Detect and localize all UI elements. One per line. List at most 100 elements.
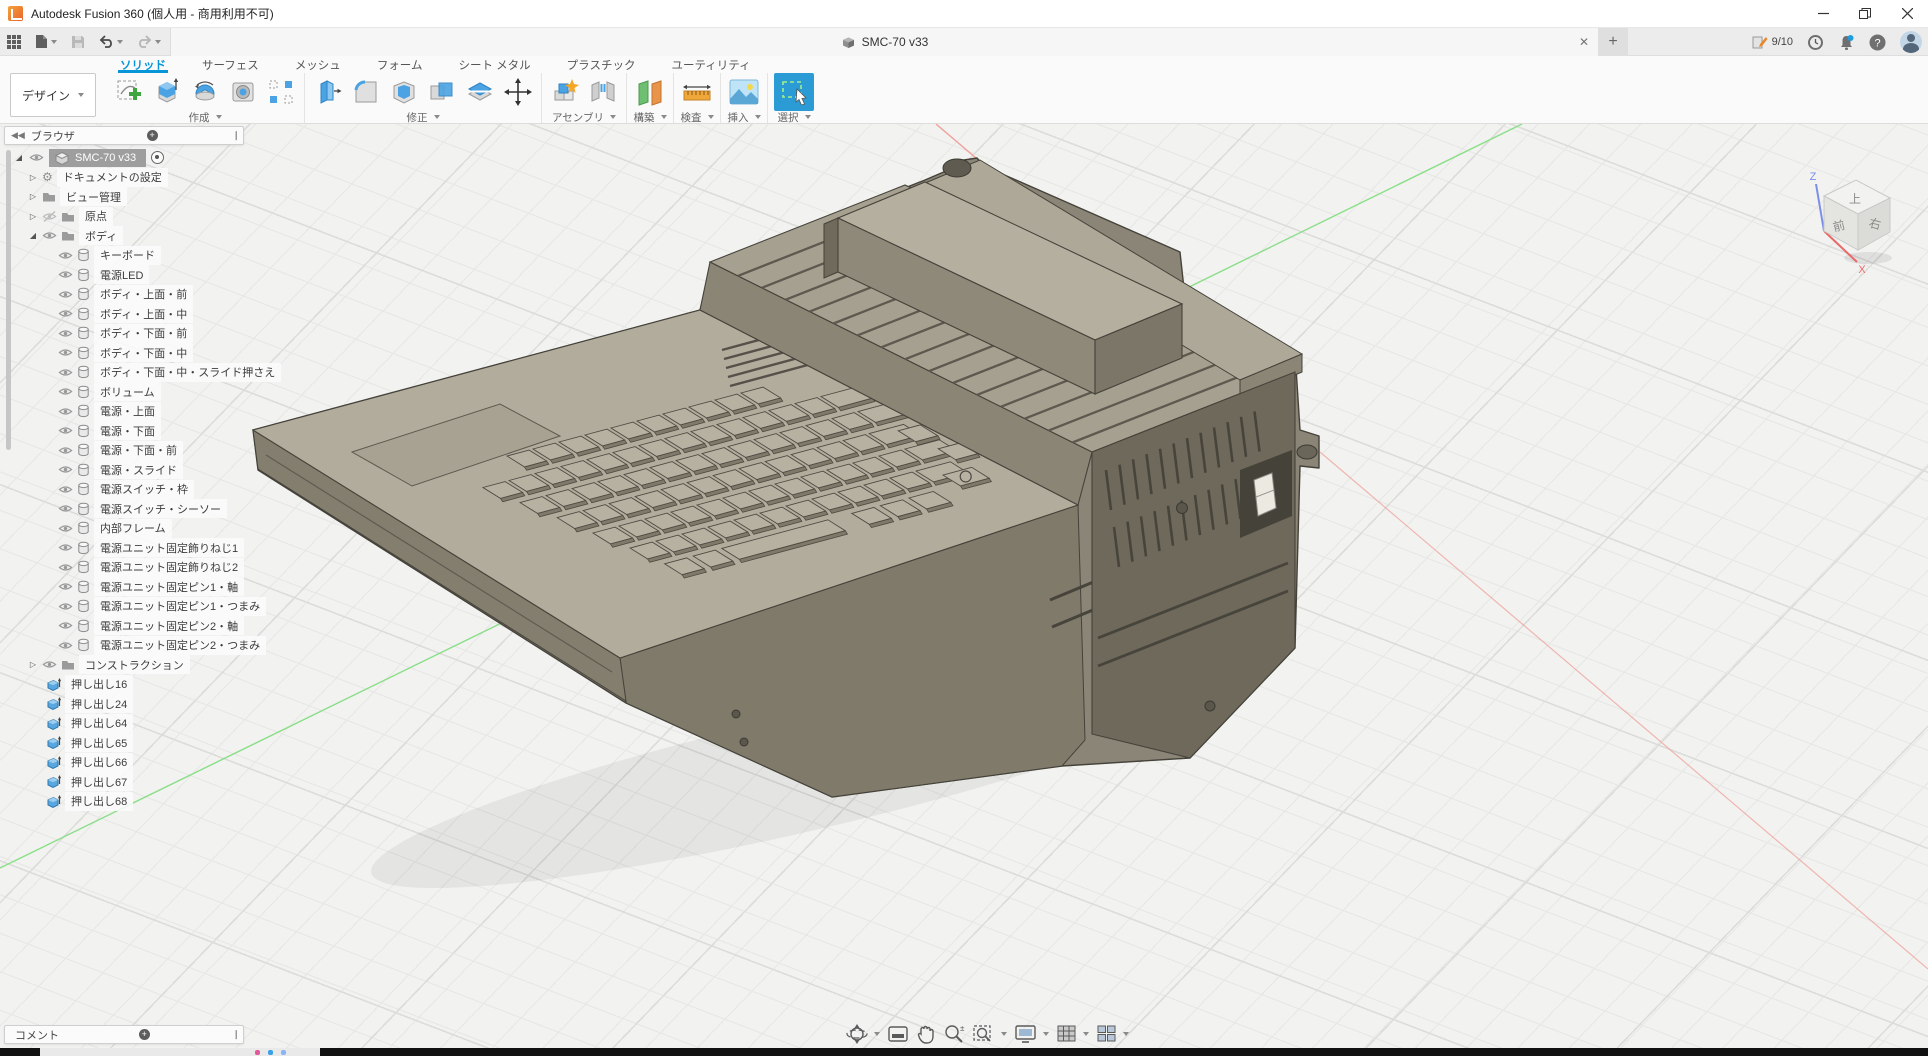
- minimize-button[interactable]: [1802, 0, 1844, 28]
- browser-item-body[interactable]: ボディ・下面・中: [58, 343, 193, 362]
- browser-collapse-icon[interactable]: ◀◀: [11, 130, 25, 141]
- eye-icon[interactable]: [58, 484, 73, 495]
- browser-item-settings[interactable]: ▷⚙ドキュメントの設定: [28, 168, 168, 187]
- workspace-selector[interactable]: デザイン: [10, 73, 96, 117]
- insert-canvas-tool[interactable]: [727, 75, 761, 109]
- eye-icon[interactable]: [58, 308, 73, 319]
- comment-resize-grip[interactable]: ❙: [229, 1029, 243, 1040]
- browser-item-body[interactable]: 電源LED: [58, 265, 149, 284]
- group-label-create[interactable]: 作成: [112, 111, 298, 123]
- eye-icon[interactable]: [58, 367, 73, 378]
- eye-icon[interactable]: [58, 406, 73, 417]
- eye-icon[interactable]: [58, 601, 73, 612]
- tab-sheetmetal[interactable]: シート メタル: [456, 56, 532, 73]
- browser-item-body[interactable]: 電源スイッチ・シーソー: [58, 499, 227, 518]
- collapsed-icon[interactable]: ▷: [28, 212, 38, 221]
- browser-item-body[interactable]: ボディ・上面・中: [58, 304, 193, 323]
- group-label-select[interactable]: 選択: [774, 111, 814, 123]
- grid-settings-tool[interactable]: [1056, 1024, 1089, 1044]
- eye-icon[interactable]: [58, 562, 73, 573]
- browser-item-body[interactable]: 電源・下面: [58, 421, 161, 440]
- comment-panel-header[interactable]: コメント + ❙: [4, 1025, 244, 1044]
- eye-icon[interactable]: [58, 386, 73, 397]
- display-settings-tool[interactable]: [1014, 1024, 1049, 1044]
- browser-item-feature[interactable]: 押し出し64: [46, 714, 133, 733]
- browser-item-body[interactable]: 電源ユニット固定ピン2・軸: [58, 616, 244, 635]
- browser-scrollbar[interactable]: [6, 150, 11, 450]
- browser-item-body[interactable]: 電源ユニット固定ピン1・軸: [58, 577, 244, 596]
- browser-item-body[interactable]: 電源スイッチ・枠: [58, 480, 194, 499]
- browser-item-feature[interactable]: 押し出し16: [46, 675, 133, 694]
- add-comment-icon[interactable]: +: [139, 1029, 150, 1040]
- browser-item-feature[interactable]: 押し出し67: [46, 772, 133, 791]
- browser-item-feature[interactable]: 押し出し24: [46, 694, 133, 713]
- help-icon[interactable]: ?: [1869, 34, 1886, 51]
- pan-tool[interactable]: [916, 1024, 936, 1044]
- group-label-insert[interactable]: 挿入: [727, 111, 761, 123]
- look-at-tool[interactable]: [887, 1024, 909, 1044]
- browser-item-body[interactable]: 電源・スライド: [58, 460, 183, 479]
- group-label-assemble[interactable]: アセンブリ: [548, 111, 620, 123]
- viewport-canvas[interactable]: 上 前 右 Z X ◀◀ ブラウザ + ❙ ◢ SMC-70 v33 ▷⚙ドキュ…: [0, 124, 1928, 1048]
- eye-icon[interactable]: [58, 250, 73, 261]
- eye-icon[interactable]: [58, 503, 73, 514]
- eye-icon[interactable]: [58, 269, 73, 280]
- browser-item-folder[interactable]: ▷ビュー管理: [28, 187, 127, 206]
- eye-icon[interactable]: [58, 289, 73, 300]
- select-tool[interactable]: [774, 73, 814, 111]
- eye-icon[interactable]: [58, 445, 73, 456]
- eye-icon[interactable]: [58, 425, 73, 436]
- hole-tool[interactable]: [226, 75, 260, 109]
- browser-item-feature[interactable]: 押し出し66: [46, 753, 133, 772]
- browser-item-folder[interactable]: ▷コンストラクション: [28, 655, 190, 674]
- construction-plane-tool[interactable]: [633, 75, 667, 109]
- browser-item-body[interactable]: 電源ユニット固定飾りねじ2: [58, 558, 244, 577]
- eye-icon[interactable]: [29, 152, 44, 163]
- eye-hidden-icon[interactable]: [42, 211, 57, 222]
- browser-item-body[interactable]: キーボード: [58, 246, 161, 265]
- eye-icon[interactable]: [58, 640, 73, 651]
- tab-form[interactable]: フォーム: [375, 56, 425, 73]
- browser-item-folder[interactable]: ◢ボディ: [28, 226, 123, 245]
- close-button[interactable]: [1886, 0, 1928, 28]
- eye-icon[interactable]: [58, 328, 73, 339]
- smc70-model[interactable]: [253, 158, 1319, 929]
- collapsed-icon[interactable]: ▷: [28, 660, 38, 669]
- eye-icon[interactable]: [58, 347, 73, 358]
- undo-button[interactable]: [92, 28, 130, 56]
- new-tab-button[interactable]: +: [1598, 28, 1628, 56]
- browser-item-body[interactable]: ボディ・下面・中・スライド押さえ: [58, 363, 281, 382]
- browser-item-body[interactable]: 電源・上面: [58, 402, 161, 421]
- app-grid-icon[interactable]: [0, 28, 28, 56]
- shell-tool[interactable]: [387, 75, 421, 109]
- orbit-tool[interactable]: [845, 1023, 880, 1045]
- tab-surface[interactable]: サーフェス: [200, 56, 261, 73]
- document-tab-close-icon[interactable]: ✕: [1576, 34, 1592, 50]
- group-label-inspect[interactable]: 検査: [680, 111, 714, 123]
- zoom-tool[interactable]: ±: [943, 1024, 965, 1044]
- viewports-tool[interactable]: [1096, 1024, 1129, 1044]
- expanded-icon[interactable]: ◢: [28, 231, 38, 240]
- browser-item-body[interactable]: 電源・下面・前: [58, 441, 183, 460]
- create-sketch-tool[interactable]: [112, 75, 146, 109]
- new-component-tool[interactable]: [548, 75, 582, 109]
- browser-item-body[interactable]: ボディ・上面・前: [58, 285, 193, 304]
- collapsed-icon[interactable]: ▷: [28, 173, 38, 182]
- tab-plastic[interactable]: プラスチック: [565, 56, 638, 73]
- browser-item-body[interactable]: 電源ユニット固定飾りねじ1: [58, 538, 244, 557]
- tab-utilities[interactable]: ユーティリティ: [669, 56, 752, 73]
- eye-icon[interactable]: [58, 542, 73, 553]
- browser-item-folder[interactable]: ▷原点: [28, 207, 113, 226]
- history-clock-icon[interactable]: [1807, 34, 1824, 51]
- fit-tool[interactable]: [972, 1024, 1007, 1044]
- pattern-tool[interactable]: [264, 75, 298, 109]
- group-label-modify[interactable]: 修正: [311, 111, 535, 123]
- job-status-button[interactable]: 9/10: [1752, 35, 1793, 50]
- browser-item-feature[interactable]: 押し出し65: [46, 733, 133, 752]
- activate-component-radio[interactable]: [151, 151, 164, 164]
- browser-item-feature[interactable]: 押し出し68: [46, 792, 133, 811]
- tab-mesh[interactable]: メッシュ: [293, 56, 343, 73]
- collapsed-icon[interactable]: ▷: [28, 192, 38, 201]
- document-tab[interactable]: SMC-70 v33: [170, 28, 1598, 56]
- file-menu-button[interactable]: [28, 28, 64, 56]
